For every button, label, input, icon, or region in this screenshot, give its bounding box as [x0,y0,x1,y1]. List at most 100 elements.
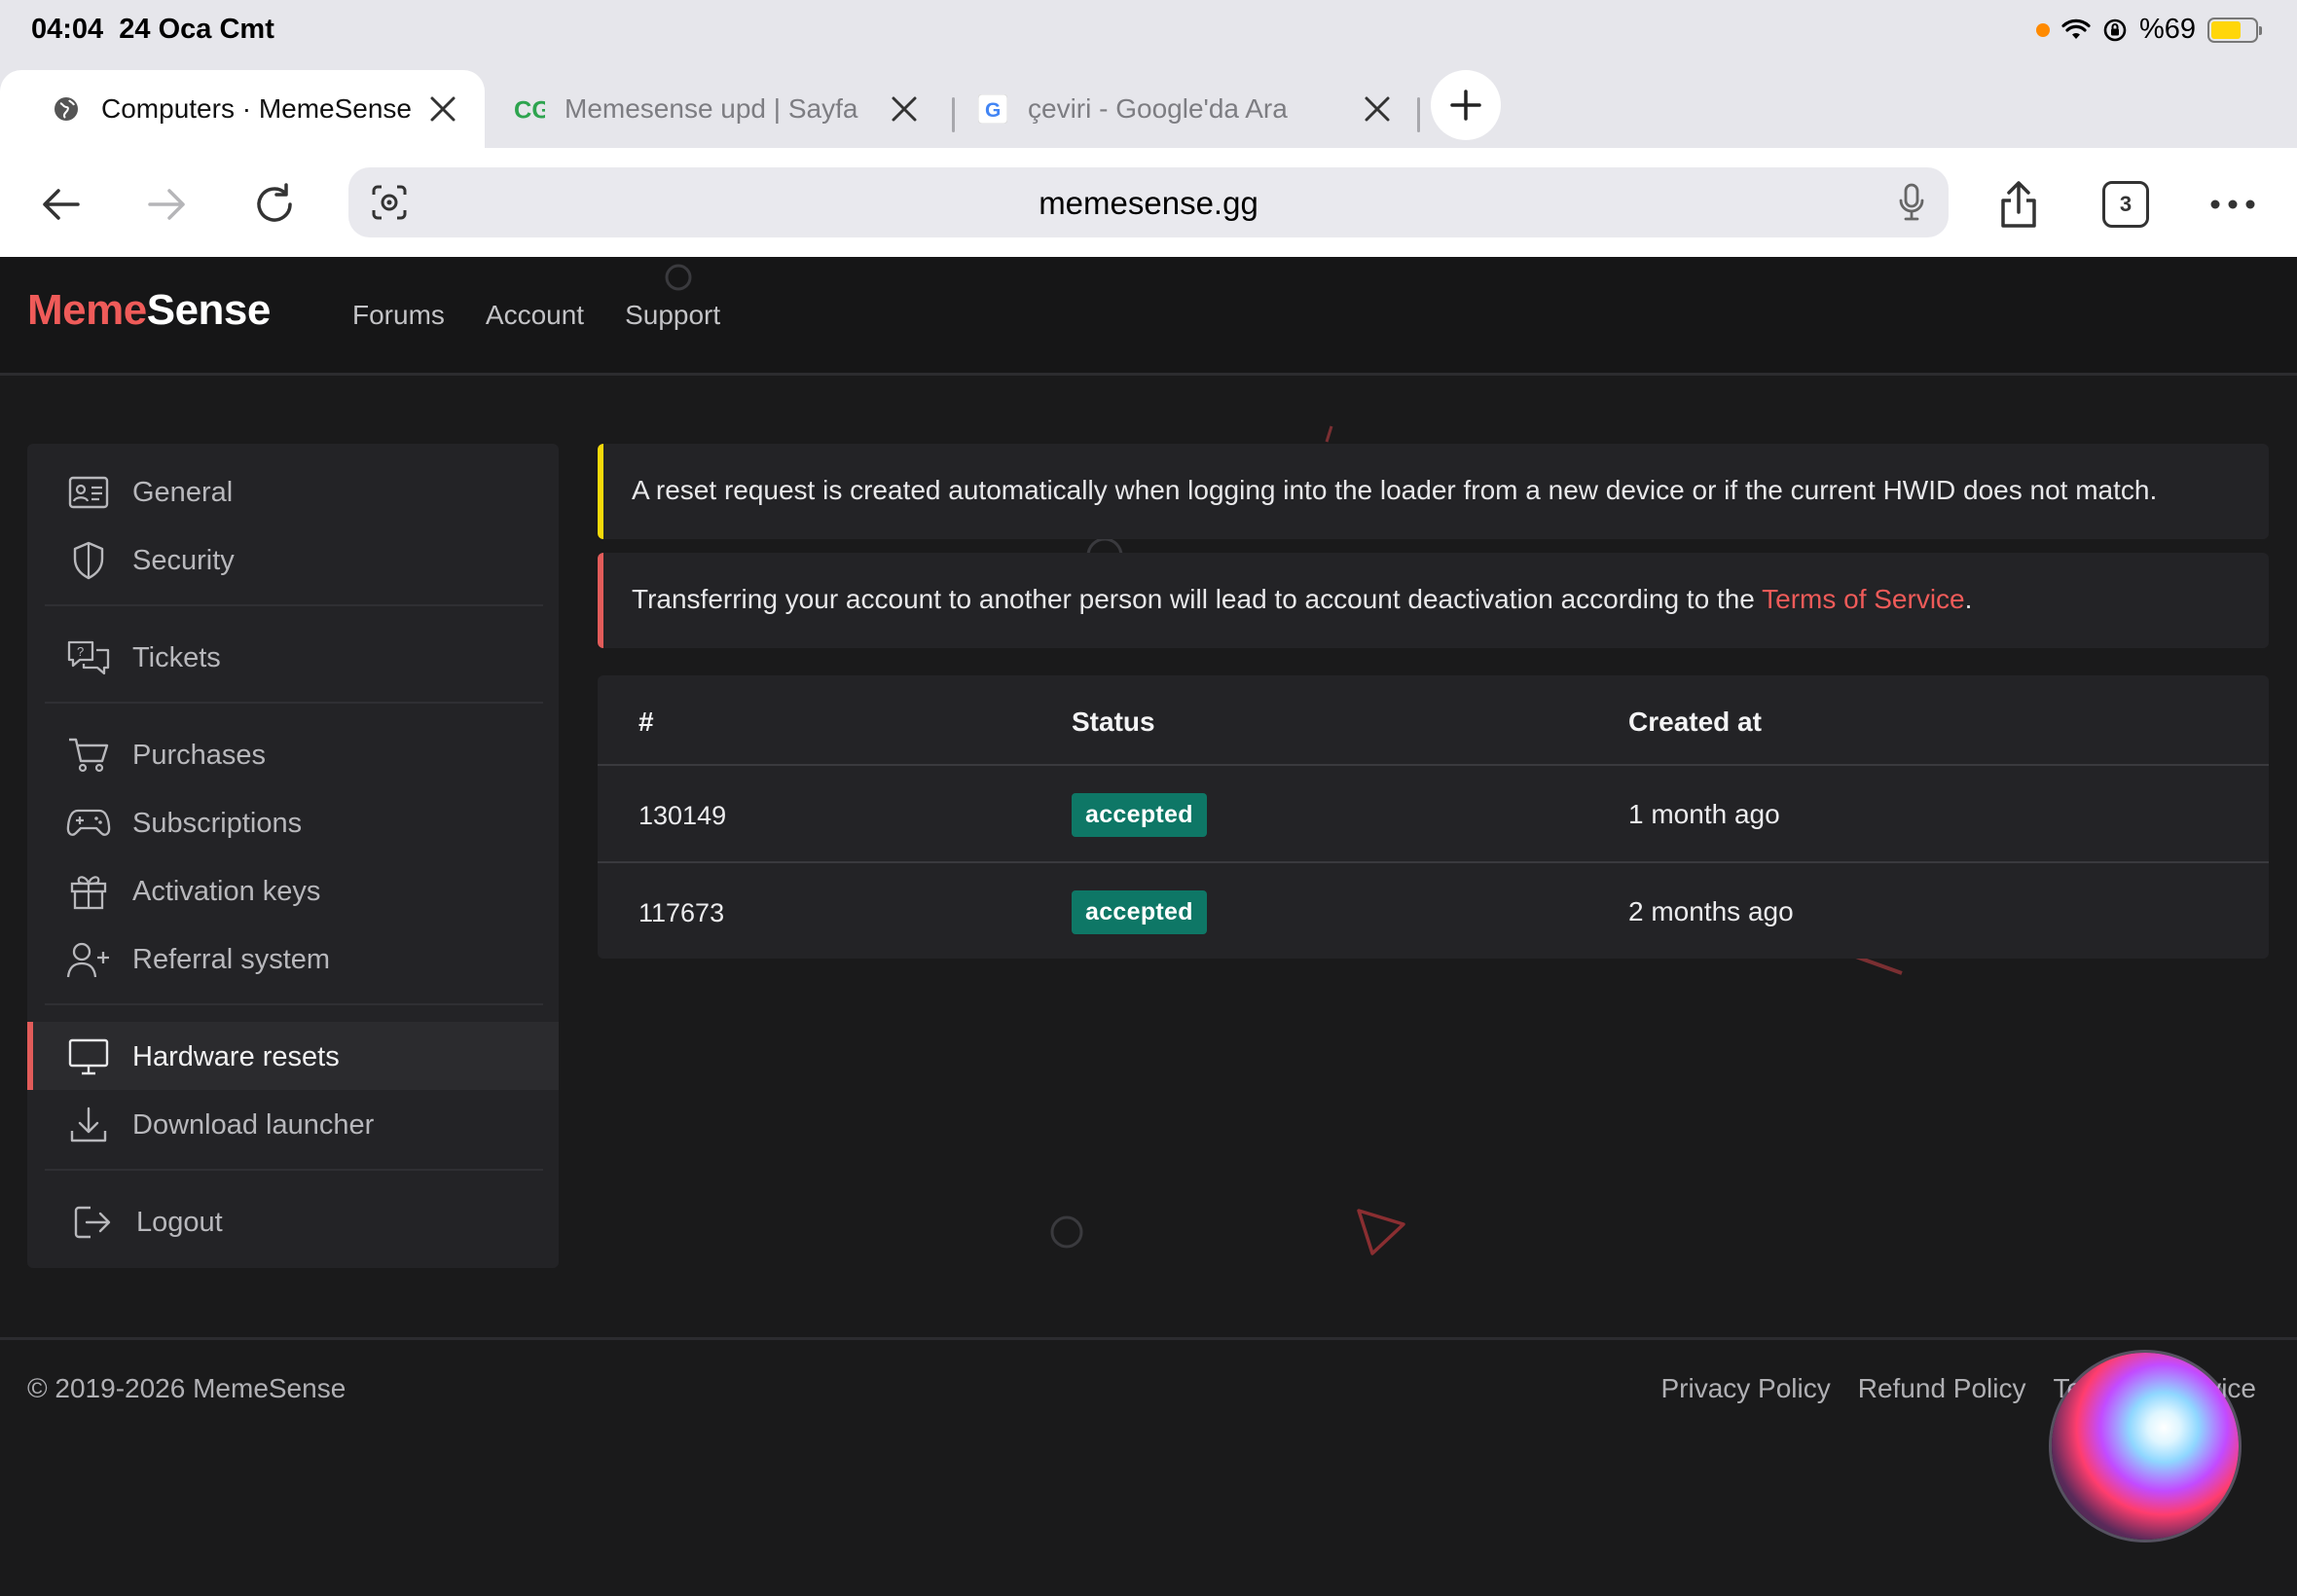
google-favicon-icon: G [977,93,1008,125]
sidebar-item-label: Referral system [132,944,331,975]
hardware-resets-table: # Status Created at 130149 accepted 1 mo… [598,675,2269,959]
hwid-info-alert: A reset request is created automatically… [598,444,2269,539]
cg-favicon-icon: CG [514,93,545,125]
sidebar-item-download-launcher[interactable]: Download launcher [27,1090,559,1158]
alert-danger-bar [598,553,603,648]
reset-id: 130149 [638,801,727,830]
new-tab-button[interactable] [1431,70,1501,140]
orientation-lock-icon [2102,18,2128,43]
sidebar-item-label: Logout [136,1207,223,1238]
tab-memesense-upd[interactable]: CG Memesense upd | Sayfa [514,70,942,148]
decorative-circle [665,264,692,291]
siri-orb-icon[interactable] [2052,1353,2239,1540]
user-plus-icon [66,941,111,978]
tab-count: 3 [2119,192,2133,216]
reload-icon [251,181,298,228]
gamepad-icon [66,805,111,842]
arrow-left-icon [37,181,84,228]
site-header: MemeSense Forums Account Support [0,257,2297,376]
sidebar-divider [45,1169,543,1171]
nav-forums[interactable]: Forums [352,300,445,331]
sidebar-item-subscriptions[interactable]: Subscriptions [27,788,559,856]
sidebar-item-activation-keys[interactable]: Activation keys [27,856,559,925]
transfer-warning-alert: Transferring your account to another per… [598,553,2269,648]
alert-text: A reset request is created automatically… [632,475,2158,505]
sidebar-item-label: Security [132,545,235,576]
share-button[interactable] [1993,179,2044,230]
column-header-created-at: Created at [1628,707,1762,737]
reload-button[interactable] [249,179,300,230]
column-header-status: Status [1072,707,1155,737]
tab-title: çeviri - Google'da Ara [1028,93,1288,124]
main-nav: Forums Account Support [352,300,720,331]
logo-text-sense: Sense [146,286,272,334]
created-at: 1 month ago [1628,799,1780,829]
cart-icon [66,737,111,774]
status-badge: accepted [1072,890,1207,934]
microphone-icon[interactable] [1898,183,1925,222]
refund-policy-link[interactable]: Refund Policy [1858,1373,2026,1404]
download-icon [66,1106,111,1143]
alert-text: Transferring your account to another per… [632,584,1972,615]
sidebar-divider [45,604,543,606]
battery-icon [2207,17,2262,43]
tab-separator [1417,97,1420,132]
sidebar-item-referral-system[interactable]: Referral system [27,925,559,993]
privacy-policy-link[interactable]: Privacy Policy [1660,1373,1830,1404]
sidebar-item-label: General [132,477,234,508]
close-icon[interactable] [888,92,921,126]
wifi-icon [2061,18,2091,42]
monitor-icon [66,1038,111,1075]
decorative-line [1325,425,1333,443]
chat-bubbles-icon: ? [66,639,111,676]
account-sidebar: General Security ? Tickets Purchases Sub… [27,444,559,1268]
sidebar-item-purchases[interactable]: Purchases [27,720,559,788]
tab-google[interactable]: G çeviri - Google'da Ara [977,70,1405,148]
terms-of-service-link[interactable]: Terms of Service [1762,584,1965,614]
table-row: 130149 accepted 1 month ago [598,764,2269,861]
reset-id: 117673 [638,898,725,927]
address-bar[interactable]: memesense.gg [348,167,1949,237]
sidebar-item-hardware-resets[interactable]: Hardware resets [27,1022,559,1090]
tab-memesense[interactable]: Computers · MemeSense [0,70,485,148]
browser-toolbar: memesense.gg 3 [0,148,2297,257]
more-menu-button[interactable] [2207,179,2258,230]
sidebar-item-label: Purchases [132,740,267,771]
sidebar-item-security[interactable]: Security [27,526,559,594]
sidebar-item-logout[interactable]: Logout [27,1187,559,1255]
sidebar-item-tickets[interactable]: ? Tickets [27,623,559,691]
site-footer: © 2019-2026 MemeSense Privacy Policy Ref… [0,1337,2297,1596]
table-row: 117673 accepted 2 months ago [598,861,2269,959]
tab-switcher-button[interactable]: 3 [2100,179,2151,230]
back-button[interactable] [35,179,86,230]
status-bar: 04:04 24 Oca Cmt %69 [0,0,2297,62]
nav-support[interactable]: Support [625,300,720,331]
shield-icon [66,541,111,580]
alert-text-before: Transferring your account to another per… [632,584,1763,614]
tab-title: Memesense upd | Sayfa [565,93,858,124]
mic-indicator-dot-icon [2035,22,2050,37]
status-time-date: 04:04 24 Oca Cmt [31,14,274,46]
sidebar-item-label: Subscriptions [132,808,303,839]
svg-text:CG: CG [514,96,545,124]
sidebar-item-label: Tickets [132,642,221,673]
more-dots-icon [2209,199,2256,210]
tab-separator [952,97,955,132]
logo-text-meme: Meme [27,286,147,334]
battery-percent: %69 [2138,14,2196,45]
id-card-icon [66,474,111,511]
tab-bar: Computers · MemeSense CG Memesense upd |… [0,62,2297,148]
url-text: memesense.gg [1039,185,1258,221]
status-time: 04:04 [31,14,104,45]
close-icon[interactable] [1361,92,1394,126]
status-badge: accepted [1072,793,1207,837]
gift-icon [66,873,111,910]
sidebar-item-label: Download launcher [132,1109,375,1141]
sidebar-item-general[interactable]: General [27,457,559,526]
tab-title: Computers · MemeSense [101,93,411,124]
memesense-logo[interactable]: MemeSense [27,286,271,335]
nav-account[interactable]: Account [486,300,584,331]
battery-level [2211,20,2242,39]
close-icon[interactable] [426,92,459,126]
forward-button[interactable] [142,179,193,230]
